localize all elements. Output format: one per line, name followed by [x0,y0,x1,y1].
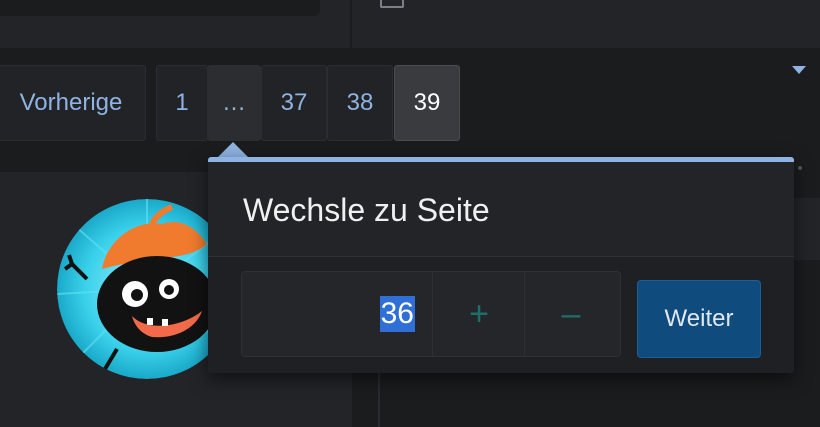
top-left-inner [0,0,320,16]
page-number-input[interactable]: 36 [242,272,432,356]
page-38-button[interactable]: 38 [327,65,393,141]
box-icon[interactable] [380,0,404,8]
pagination: Vorherige 1 … 37 38 39 [0,48,820,144]
page-1-button[interactable]: 1 [156,65,208,141]
more-dot-icon [798,166,802,170]
go-button[interactable]: Weiter [637,280,761,358]
prev-page-button[interactable]: Vorherige [0,65,146,141]
top-left-panel [0,0,350,48]
chevron-down-icon[interactable] [792,66,806,74]
page-37-button[interactable]: 37 [261,65,327,141]
top-right-panel [352,0,820,48]
popup-title: Wechsle zu Seite [243,192,490,228]
popup-header: Wechsle zu Seite [208,162,794,257]
page-number-value[interactable]: 36 [379,296,415,332]
page-39-current[interactable]: 39 [394,65,460,141]
popup-arrow [217,142,249,158]
page-jump-popup: Wechsle zu Seite 36 + – Weiter [208,157,794,373]
page-number-stepper[interactable]: 36 + – [241,271,621,357]
increment-button[interactable]: + [432,272,525,356]
decrement-button[interactable]: – [524,272,617,356]
page-jump-ellipsis-button[interactable]: … [207,65,261,141]
